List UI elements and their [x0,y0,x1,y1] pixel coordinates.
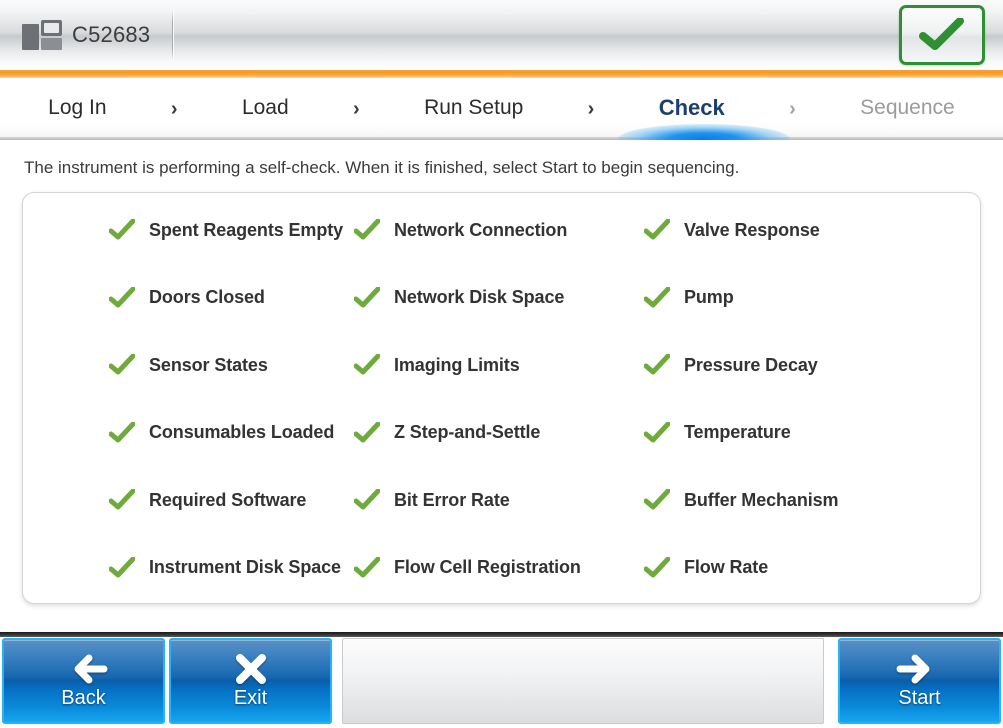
green-check-icon [354,421,382,445]
instruction-text: The instrument is performing a self-chec… [24,158,740,177]
check-item: Pump [644,283,956,313]
footer-buttons: Back Exit Start [0,638,1003,724]
check-item-label: Pump [684,287,734,308]
check-item-label: Imaging Limits [394,354,520,375]
footer-toolbar: Back Exit Start [0,632,1003,728]
self-check-panel: Spent Reagents Empty Doors Closed Sensor… [22,192,981,604]
check-item: Imaging Limits [354,350,636,380]
green-check-icon [354,488,382,512]
close-x-icon [234,652,268,686]
check-item: Doors Closed [109,283,346,313]
nav-step-sequence: Sequence [860,96,955,119]
header-left-group: C52683 [0,0,174,70]
check-column-1: Spent Reagents Empty Doors Closed Sensor… [47,215,346,583]
green-check-icon [354,286,382,310]
nav-step-check[interactable]: Check [659,95,725,123]
footer-top-border [0,632,1003,637]
start-button[interactable]: Start [838,638,1001,724]
check-item-label: Pressure Decay [684,354,818,375]
footer-blank-panel [342,638,824,724]
check-item-label: Sensor States [149,354,268,375]
green-check-icon [644,218,672,242]
check-item: Consumables Loaded [109,418,346,448]
chevron-right-icon: › [170,97,178,120]
application-window: C52683 Log In › Load › Run Setup › Check… [0,0,1003,728]
green-check-icon [109,353,137,377]
status-ok-button[interactable] [899,5,985,65]
check-item-label: Instrument Disk Space [149,557,341,578]
check-column-3: Valve Response Pump Pressure Decay Tempe… [636,215,956,583]
green-check-icon [644,556,672,580]
check-item: Flow Rate [644,553,956,583]
check-item-label: Flow Rate [684,557,769,578]
check-item: Flow Cell Registration [354,553,636,583]
back-button[interactable]: Back [2,638,165,724]
start-button-label: Start [898,687,941,709]
check-item: Required Software [109,485,346,515]
check-item-label: Required Software [149,489,307,510]
active-step-glow [618,124,790,140]
check-item-label: Consumables Loaded [149,422,335,443]
green-check-icon [109,421,137,445]
exit-button-label: Exit [233,687,268,709]
instrument-icon [22,20,62,50]
check-item: Buffer Mechanism [644,485,956,515]
check-item-label: Spent Reagents Empty [149,219,344,240]
green-check-icon [109,488,137,512]
workflow-breadcrumb: Log In › Load › Run Setup › Check › Sequ… [0,78,1003,140]
check-item: Pressure Decay [644,350,956,380]
back-button-label: Back [61,687,106,709]
instrument-serial-number: C52683 [72,22,151,47]
arrow-left-icon [60,652,108,686]
check-item: Spent Reagents Empty [109,215,346,245]
check-item: Valve Response [644,215,956,245]
green-check-icon [644,488,672,512]
check-item: Z Step-and-Settle [354,418,636,448]
green-check-icon [109,556,137,580]
chevron-right-icon: › [587,97,595,120]
exit-button[interactable]: Exit [169,638,332,724]
green-check-icon [354,218,382,242]
check-item-label: Flow Cell Registration [394,557,581,578]
green-check-icon [644,353,672,377]
chevron-right-icon: › [353,97,360,120]
check-item: Temperature [644,418,956,448]
green-check-icon [644,421,672,445]
check-item-label: Buffer Mechanism [684,489,839,510]
main-content: The instrument is performing a self-chec… [0,140,1003,632]
check-item-label: Z Step-and-Settle [394,422,541,443]
chevron-right-icon: › [789,97,796,120]
orange-accent-bar [0,70,1003,78]
check-item: Sensor States [109,350,346,380]
nav-step-load[interactable]: Load [242,96,289,122]
check-item-label: Temperature [684,422,791,443]
check-item: Instrument Disk Space [109,553,346,583]
arrow-right-icon [896,652,944,686]
green-check-icon [109,218,137,242]
check-column-2: Network Connection Network Disk Space Im… [346,215,636,583]
green-check-icon [354,556,382,580]
nav-step-log-in[interactable]: Log In [48,96,106,122]
check-item-label: Network Disk Space [394,287,565,308]
nav-step-run-setup[interactable]: Run Setup [424,96,523,122]
header-bar: C52683 [0,0,1003,70]
check-item-label: Network Connection [394,219,568,240]
check-item: Bit Error Rate [354,485,636,515]
check-item-label: Doors Closed [149,287,265,308]
header-divider [172,10,174,60]
check-item: Network Connection [354,215,636,245]
check-item-label: Bit Error Rate [394,489,510,510]
green-check-icon [354,353,382,377]
check-item-label: Valve Response [684,219,820,240]
check-item: Network Disk Space [354,283,636,313]
green-check-icon [644,286,672,310]
green-check-icon [109,286,137,310]
